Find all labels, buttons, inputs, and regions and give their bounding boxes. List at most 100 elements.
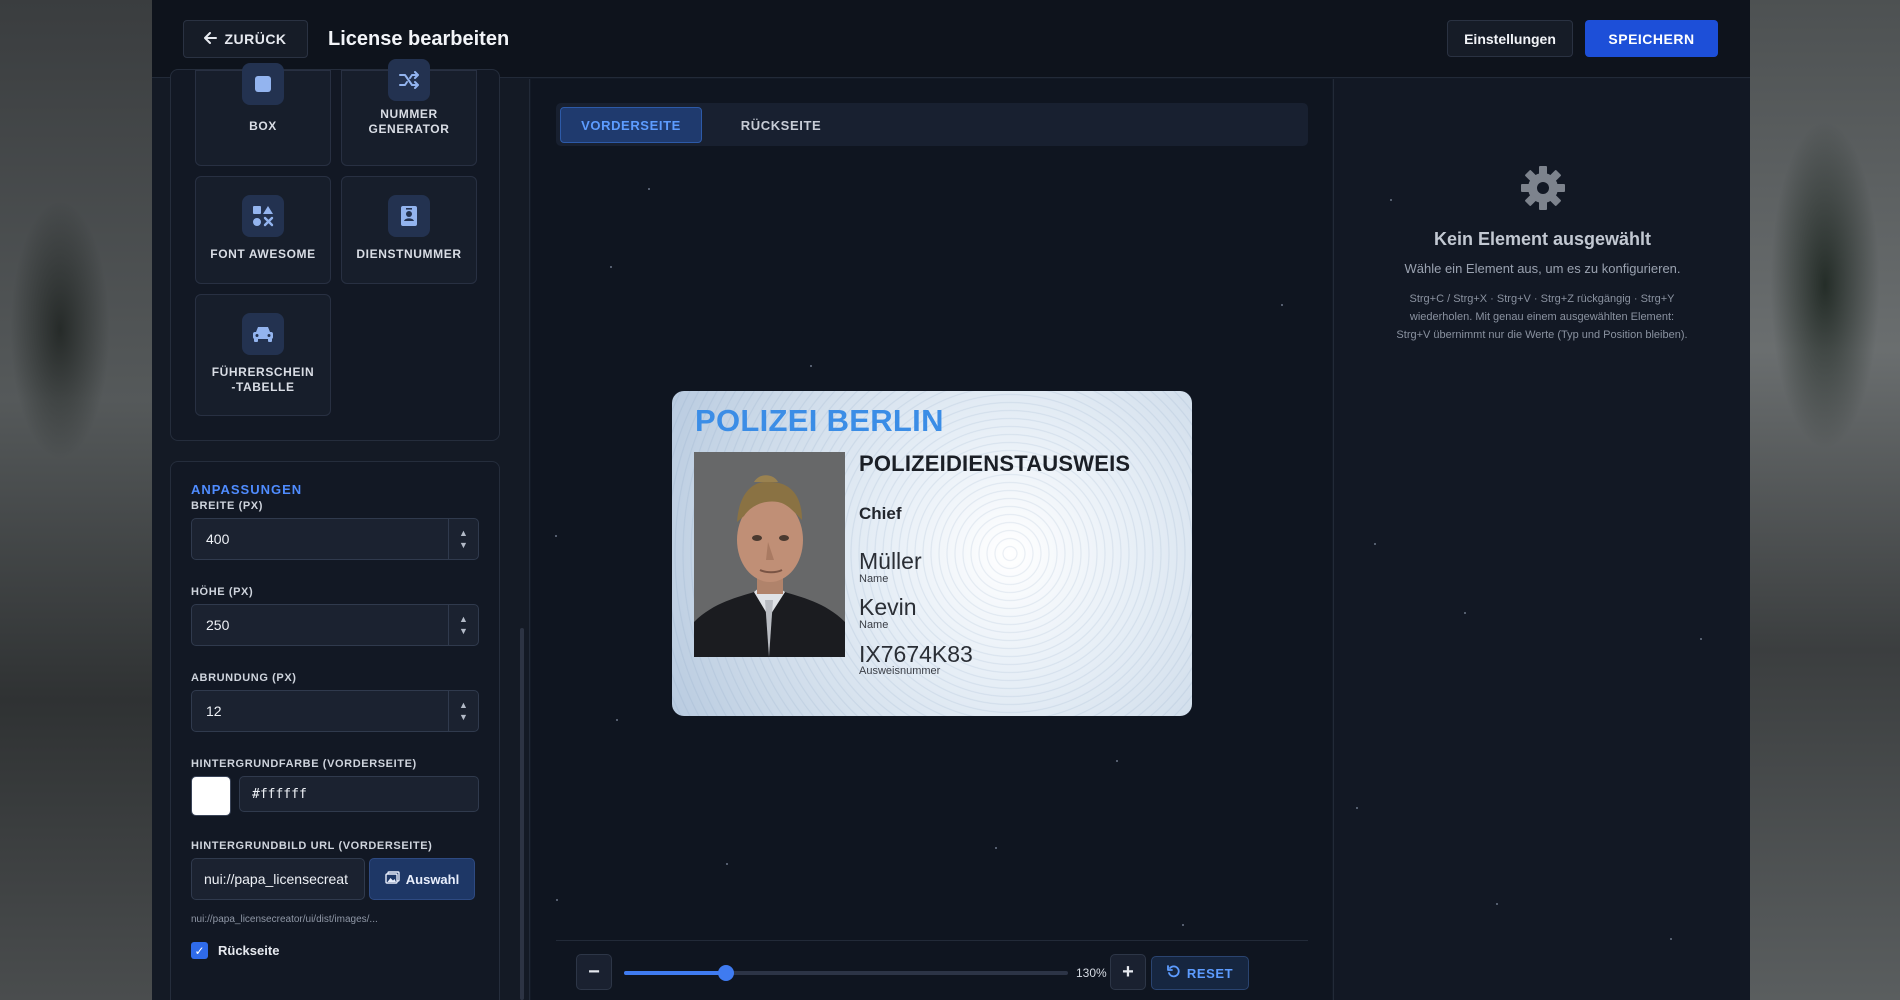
zoom-controls: − 130% + RESET	[556, 940, 1308, 1000]
zoom-percent: 130%	[1076, 966, 1107, 980]
left-panel-scrollbar[interactable]	[520, 628, 524, 1000]
card-lastname[interactable]: Müller	[859, 548, 922, 575]
back-button-label: ZURÜCK	[224, 31, 287, 47]
tab-back[interactable]: RÜCKSEITE	[726, 107, 836, 143]
plus-icon: +	[1122, 960, 1134, 983]
star-dot	[1116, 760, 1118, 762]
license-card-preview[interactable]: POLIZEI BERLIN POLIZEIDIENSTAUSWEIS Chie…	[672, 391, 1192, 716]
undo-icon	[1166, 965, 1180, 981]
width-input[interactable]: 400 ▲ ▼	[191, 518, 479, 560]
arrow-left-icon	[204, 31, 218, 47]
image-select-button[interactable]: Auswahl	[369, 858, 475, 900]
save-button[interactable]: SPEICHERN	[1585, 20, 1718, 57]
adjustments-panel: ANPASSUNGEN BREITE (PX) 400 ▲ ▼ HÖHE (PX)…	[170, 461, 500, 1000]
elements-palette: BOX NUMMER GENERATOR FONT AWESOME DIENST…	[170, 59, 500, 441]
bgimage-url-input[interactable]: nui://papa_licensecreat	[191, 858, 365, 900]
card-heading[interactable]: POLIZEIDIENSTAUSWEIS	[859, 451, 1130, 477]
square-icon	[242, 63, 284, 105]
zoom-in-button[interactable]: +	[1110, 954, 1146, 990]
height-value: 250	[206, 617, 230, 633]
side-tabs: VORDERSEITE RÜCKSEITE	[556, 103, 1308, 146]
zoom-out-button[interactable]: −	[576, 954, 612, 990]
bgimage-path-hint: nui://papa_licensecreator/ui/dist/images…	[191, 914, 378, 925]
license-editor-window: ZURÜCK License bearbeiten Einstellungen …	[152, 0, 1750, 1000]
star-dot	[1670, 938, 1672, 940]
card-id-number[interactable]: IX7674K83	[859, 641, 973, 668]
bgimage-label: HINTERGRUNDBILD URL (VORDERSEITE)	[191, 840, 433, 852]
star-dot	[995, 847, 997, 849]
element-tile-label: DIENSTNUMMER	[356, 247, 462, 261]
star-dot	[1374, 543, 1376, 545]
star-dot	[1700, 638, 1702, 640]
star-dot	[556, 899, 558, 901]
game-background-right	[1748, 0, 1900, 1000]
element-tile-license-table[interactable]: FÜHRERSCHEIN -TABELLE	[195, 294, 331, 416]
zoom-slider-handle[interactable]	[718, 965, 735, 981]
radius-input[interactable]: 12 ▲ ▼	[191, 690, 479, 732]
star-dot	[1182, 924, 1184, 926]
star-dot	[616, 719, 618, 721]
images-icon	[385, 871, 400, 887]
width-stepper[interactable]: ▲ ▼	[448, 519, 478, 559]
page-title: License bearbeiten	[328, 28, 510, 50]
card-firstname[interactable]: Kevin	[859, 594, 917, 621]
element-tile-label: FONT AWESOME	[210, 247, 316, 261]
element-tile-box[interactable]: BOX	[195, 63, 331, 166]
element-tile-service-number[interactable]: DIENSTNUMMER	[341, 176, 477, 284]
element-tile-label: BOX	[249, 119, 277, 133]
star-dot	[555, 535, 557, 537]
bgcolor-input[interactable]: #ffffff	[239, 776, 479, 812]
card-photo[interactable]	[694, 452, 845, 657]
shuffle-icon	[388, 59, 430, 101]
card-rank[interactable]: Chief	[859, 504, 902, 524]
icons-icon	[242, 195, 284, 237]
settings-button[interactable]: Einstellungen	[1447, 20, 1573, 57]
card-lastname-caption: Name	[859, 573, 889, 585]
star-dot	[726, 863, 728, 865]
bgcolor-swatch[interactable]	[191, 776, 231, 816]
star-dot	[648, 188, 650, 190]
car-icon	[242, 313, 284, 355]
game-background-left	[0, 0, 152, 1000]
zoom-slider-fill	[624, 971, 727, 975]
adjustments-heading: ANPASSUNGEN	[191, 482, 303, 497]
tab-front[interactable]: VORDERSEITE	[560, 107, 702, 143]
star-dot	[1356, 807, 1358, 809]
radius-label: ABRUNDUNG (PX)	[191, 672, 297, 684]
card-canvas: VORDERSEITE RÜCKSEITE POLIZEI BERLIN POL…	[531, 79, 1332, 1000]
shortcut-hint: Strg+C / Strg+X · Strg+V · Strg+Z rückgä…	[1396, 293, 1688, 341]
id-badge-icon	[388, 195, 430, 237]
reset-label: RESET	[1186, 965, 1234, 981]
star-dot	[1281, 304, 1283, 306]
element-tile-font-awesome[interactable]: FONT AWESOME	[195, 176, 331, 284]
check-icon: ✓	[194, 943, 205, 958]
left-panel: BOX NUMMER GENERATOR FONT AWESOME DIENST…	[152, 59, 530, 1000]
zoom-slider[interactable]	[624, 965, 1068, 981]
card-id-caption: Ausweisnummer	[859, 665, 941, 677]
width-value: 400	[206, 531, 230, 547]
element-tile-label: NUMMER GENERATOR	[368, 107, 450, 136]
star-dot	[1496, 903, 1498, 905]
image-select-label: Auswahl	[405, 871, 460, 887]
gear-icon	[1518, 163, 1568, 213]
star-dot	[610, 266, 612, 268]
minus-icon: −	[588, 960, 600, 983]
empty-state-title: Kein Element ausgewählt	[1433, 229, 1652, 249]
height-label: HÖHE (PX)	[191, 586, 254, 598]
empty-state-subtitle: Wähle ein Element aus, um es zu konfigur…	[1404, 261, 1681, 276]
back-button[interactable]: ZURÜCK	[183, 20, 308, 58]
backside-checkbox[interactable]: ✓	[191, 942, 208, 959]
bgcolor-label: HINTERGRUNDFARBE (VORDERSEITE)	[191, 758, 417, 770]
card-title[interactable]: POLIZEI BERLIN	[695, 403, 944, 439]
reset-button[interactable]: RESET	[1151, 956, 1249, 990]
height-input[interactable]: 250 ▲ ▼	[191, 604, 479, 646]
backside-label: Rückseite	[218, 943, 280, 958]
star-dot	[1390, 199, 1392, 201]
element-tile-label: FÜHRERSCHEIN -TABELLE	[211, 365, 315, 394]
width-label: BREITE (PX)	[191, 500, 263, 512]
inspector-panel: Kein Element ausgewählt Wähle ein Elemen…	[1333, 79, 1750, 1000]
radius-stepper[interactable]: ▲ ▼	[448, 691, 478, 731]
height-stepper[interactable]: ▲ ▼	[448, 605, 478, 645]
radius-value: 12	[206, 703, 222, 719]
element-tile-number-generator[interactable]: NUMMER GENERATOR	[341, 59, 477, 166]
